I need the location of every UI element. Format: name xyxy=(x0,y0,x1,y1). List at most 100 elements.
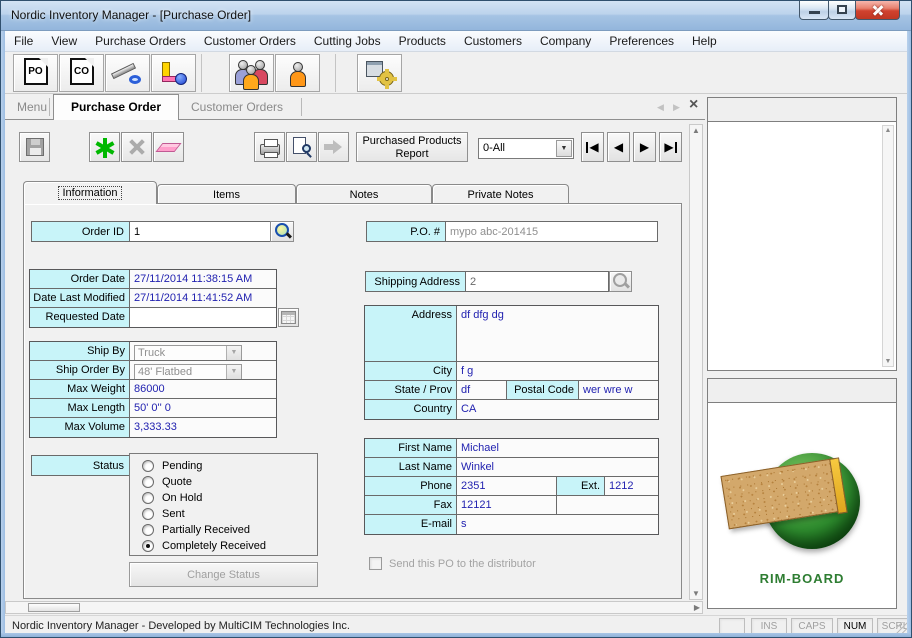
tab-close-icon[interactable]: × xyxy=(689,96,698,114)
dropdown-arrow-icon: ▼ xyxy=(226,365,241,379)
radio-row[interactable]: Sent xyxy=(142,506,317,522)
minimize-button[interactable] xyxy=(799,1,829,20)
settings-export-button[interactable] xyxy=(357,54,402,92)
radio-sent[interactable] xyxy=(142,508,154,520)
menu-item-purchase-orders[interactable]: Purchase Orders xyxy=(86,34,195,48)
tab-items[interactable]: Items xyxy=(157,184,296,204)
customer-order-module-button[interactable]: CO xyxy=(59,54,104,92)
checkbox-icon[interactable] xyxy=(369,557,382,570)
menu-item-cutting-jobs[interactable]: Cutting Jobs xyxy=(305,34,390,48)
dropdown-arrow-icon[interactable]: ▼ xyxy=(556,140,572,157)
scroll-right-icon[interactable]: ▶ xyxy=(694,603,700,612)
tab-information[interactable]: Information xyxy=(23,181,157,204)
menu-item-customers[interactable]: Customers xyxy=(455,34,531,48)
shipping-address-lookup-button[interactable] xyxy=(609,271,632,292)
save-button[interactable] xyxy=(19,132,50,162)
menu-item-products[interactable]: Products xyxy=(390,34,455,48)
radio-on-hold[interactable] xyxy=(142,492,154,504)
requested-date-input[interactable] xyxy=(130,308,276,327)
doc-tab-customer-orders[interactable]: Customer Orders xyxy=(191,100,283,114)
purchased-products-report-button[interactable]: Purchased Products Report xyxy=(356,132,468,162)
tab-private-notes[interactable]: Private Notes xyxy=(432,184,569,204)
email-value[interactable]: s xyxy=(457,515,658,534)
scroll-down-icon[interactable]: ▼ xyxy=(690,589,702,598)
customers-group-button[interactable] xyxy=(229,54,274,92)
status-cell-empty xyxy=(719,618,745,634)
radio-row[interactable]: Partially Received xyxy=(142,522,317,538)
ship-order-by-combobox[interactable]: 48' Flatbed ▼ xyxy=(134,364,242,379)
print-preview-button[interactable] xyxy=(286,132,317,162)
filter-value: 0-All xyxy=(483,142,505,154)
next-record-button[interactable]: ▶ xyxy=(633,132,656,162)
max-length-value[interactable]: 50' 0'' 0 xyxy=(130,399,276,417)
tab-notes[interactable]: Notes xyxy=(296,184,432,204)
ship-by-combobox[interactable]: Truck ▼ xyxy=(134,345,242,360)
po-number-input[interactable]: mypo abc-201415 xyxy=(445,221,658,242)
scroll-up-icon[interactable]: ▲ xyxy=(690,126,702,135)
side-panel-scrollbar[interactable]: ▲ ▼ xyxy=(882,125,894,367)
menu-item-preferences[interactable]: Preferences xyxy=(600,34,683,48)
menu-item-view[interactable]: View xyxy=(42,34,86,48)
chart-button[interactable] xyxy=(151,54,196,92)
menu-item-help[interactable]: Help xyxy=(683,34,726,48)
radio-row[interactable]: Pending xyxy=(142,458,317,474)
address-group: Address df dfg dg City f g State / Prov … xyxy=(364,305,659,420)
change-status-button[interactable]: Change Status xyxy=(129,562,318,587)
tab-scroll-left-icon[interactable]: ◀ xyxy=(657,102,664,113)
restore-button[interactable] xyxy=(828,1,856,20)
last-record-button[interactable]: ▶ xyxy=(659,132,682,162)
city-value[interactable]: f g xyxy=(457,362,658,380)
form-vertical-scrollbar[interactable]: ▲ ▼ xyxy=(689,124,703,600)
first-name-value[interactable]: Michael xyxy=(457,439,658,457)
fax-value[interactable]: 12121 xyxy=(457,496,557,514)
close-button[interactable] xyxy=(855,1,900,20)
radio-partially-received[interactable] xyxy=(142,524,154,536)
country-value[interactable]: CA xyxy=(457,400,658,419)
fax-empty-cell xyxy=(557,496,658,514)
contact-button[interactable] xyxy=(275,54,320,92)
state-prov-value[interactable]: df xyxy=(457,381,507,399)
scroll-up-icon[interactable]: ▲ xyxy=(883,127,893,134)
shipping-group: Ship By Truck ▼ Ship Order By 48' Flatbe… xyxy=(29,341,277,438)
postal-code-value[interactable]: wer wre w xyxy=(579,381,658,399)
calendar-button[interactable] xyxy=(278,308,299,327)
radio-completely-received[interactable] xyxy=(142,540,154,552)
purchase-order-module-button[interactable]: PO xyxy=(13,54,58,92)
delete-record-button[interactable] xyxy=(121,132,152,162)
order-id-lookup-button[interactable] xyxy=(270,221,294,242)
title-bar: Nordic Inventory Manager - [Purchase Ord… xyxy=(1,1,912,31)
first-record-button[interactable]: ◀ xyxy=(581,132,604,162)
phone-value[interactable]: 2351 xyxy=(457,477,557,495)
radio-row[interactable]: On Hold xyxy=(142,490,317,506)
key-button[interactable] xyxy=(105,54,150,92)
radio-row[interactable]: Quote xyxy=(142,474,317,490)
scroll-down-icon[interactable]: ▼ xyxy=(883,358,893,365)
menu-item-customer-orders[interactable]: Customer Orders xyxy=(195,34,305,48)
hscroll-thumb[interactable] xyxy=(28,603,80,612)
fax-label: Fax xyxy=(365,496,457,514)
radio-quote[interactable] xyxy=(142,476,154,488)
menu-item-file[interactable]: File xyxy=(5,34,42,48)
tab-scroll-right-icon[interactable]: ▶ xyxy=(673,102,680,113)
filter-combobox[interactable]: 0-All ▼ xyxy=(478,138,574,159)
shipping-address-input[interactable]: 2 xyxy=(465,271,609,292)
address-value[interactable]: df dfg dg xyxy=(457,306,658,361)
doc-tab-menu[interactable]: Menu xyxy=(17,100,47,114)
send-po-checkbox-row[interactable]: Send this PO to the distributor xyxy=(369,557,536,570)
clear-button[interactable] xyxy=(153,132,184,162)
max-volume-value[interactable]: 3,333.33 xyxy=(130,418,276,437)
order-id-input[interactable]: 1 xyxy=(129,221,271,242)
radio-pending[interactable] xyxy=(142,460,154,472)
menu-item-company[interactable]: Company xyxy=(531,34,600,48)
forward-button[interactable] xyxy=(318,132,349,162)
max-weight-value[interactable]: 86000 xyxy=(130,380,276,398)
form-horizontal-scrollbar[interactable]: ▶ xyxy=(5,601,703,614)
radio-row[interactable]: Completely Received xyxy=(142,538,317,554)
last-name-value[interactable]: Winkel xyxy=(457,458,658,476)
ext-value[interactable]: 1212 xyxy=(605,477,658,495)
new-record-button[interactable] xyxy=(89,132,120,162)
app-window: Nordic Inventory Manager - [Purchase Ord… xyxy=(0,0,912,638)
doc-tab-purchase-order[interactable]: Purchase Order xyxy=(53,94,179,120)
print-button[interactable] xyxy=(254,132,285,162)
previous-record-button[interactable]: ◀ xyxy=(607,132,630,162)
